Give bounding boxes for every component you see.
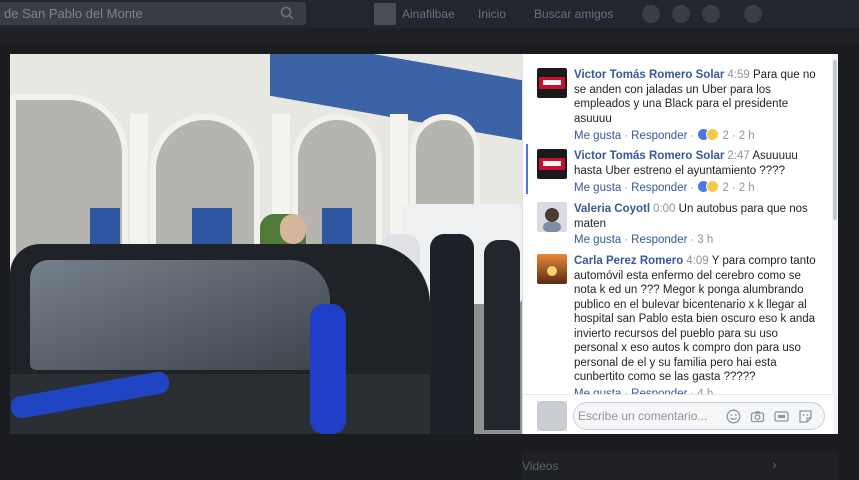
search-box[interactable]: de San Pablo del Monte <box>0 2 306 25</box>
reaction-count[interactable]: 2 <box>722 130 728 142</box>
comment-age: 2 h <box>738 130 755 142</box>
comment-composer: Escribe un comentario... <box>523 394 833 434</box>
comment-input[interactable]: Escribe un comentario... <box>573 402 825 430</box>
comment-timestamp[interactable]: 2:47 <box>727 150 749 162</box>
gif-icon[interactable] <box>774 409 789 424</box>
commenter-avatar[interactable] <box>537 149 567 179</box>
top-navigation-bar: de San Pablo del Monte Ainafilbae Inicio… <box>0 0 859 28</box>
comments-scrollbar[interactable] <box>832 54 838 434</box>
notifications-icon[interactable] <box>702 5 720 23</box>
comment-age: 3 h <box>697 234 714 246</box>
comment-timestamp[interactable]: 4:59 <box>727 69 749 81</box>
comments-panel: Victor Tomás Romero Solar 4:59 Para que n… <box>522 54 838 434</box>
reply-link[interactable]: Responder <box>631 234 687 246</box>
nav-find-friends[interactable]: Buscar amigos <box>534 7 613 21</box>
comment-author[interactable]: Victor Tomás Romero Solar <box>574 69 724 81</box>
video-player[interactable] <box>10 54 522 434</box>
background-strip <box>0 28 859 44</box>
help-icon[interactable] <box>744 5 762 23</box>
video-ribbon <box>310 304 346 434</box>
chevron-right-icon[interactable]: › <box>772 456 777 472</box>
search-text: de San Pablo del Monte <box>4 6 143 21</box>
haha-reaction-icon[interactable] <box>706 128 720 141</box>
like-link[interactable]: Me gusta <box>574 234 621 246</box>
my-avatar <box>537 401 567 431</box>
nav-profile-name[interactable]: Ainafilbae <box>402 7 455 21</box>
emoji-icon[interactable] <box>726 409 741 424</box>
videos-section-header: Videos › <box>522 452 838 480</box>
commenter-avatar[interactable] <box>537 68 567 98</box>
comment-text: Y para compro tanto automóvil esta enfer… <box>574 255 816 383</box>
reaction-count[interactable]: 2 <box>722 182 728 194</box>
comment-author[interactable]: Victor Tomás Romero Solar <box>574 150 724 162</box>
comment-author[interactable]: Valeria Coyotl <box>574 203 650 215</box>
comment-timestamp[interactable]: 0:00 <box>653 203 675 215</box>
comment-author[interactable]: Carla Perez Romero <box>574 255 683 267</box>
camera-icon[interactable] <box>750 409 765 424</box>
commenter-avatar[interactable] <box>537 254 567 284</box>
comment-timestamp[interactable]: 4:09 <box>686 255 708 267</box>
messages-icon[interactable] <box>672 5 690 23</box>
reply-link[interactable]: Responder <box>631 130 687 142</box>
sticker-icon[interactable] <box>798 409 813 424</box>
like-link[interactable]: Me gusta <box>574 130 621 142</box>
reply-thread-line <box>526 144 528 194</box>
reply-link[interactable]: Responder <box>631 182 687 194</box>
comment-input-placeholder: Escribe un comentario... <box>578 409 708 423</box>
background-strip <box>0 434 522 480</box>
commenter-avatar[interactable] <box>537 202 567 232</box>
videos-label: Videos <box>522 459 559 473</box>
haha-reaction-icon[interactable] <box>706 180 720 193</box>
search-icon[interactable] <box>280 6 294 20</box>
nav-home[interactable]: Inicio <box>478 7 506 21</box>
like-link[interactable]: Me gusta <box>574 182 621 194</box>
profile-avatar[interactable] <box>374 3 396 25</box>
friend-requests-icon[interactable] <box>642 5 660 23</box>
comment-age: 2 h <box>738 182 755 194</box>
